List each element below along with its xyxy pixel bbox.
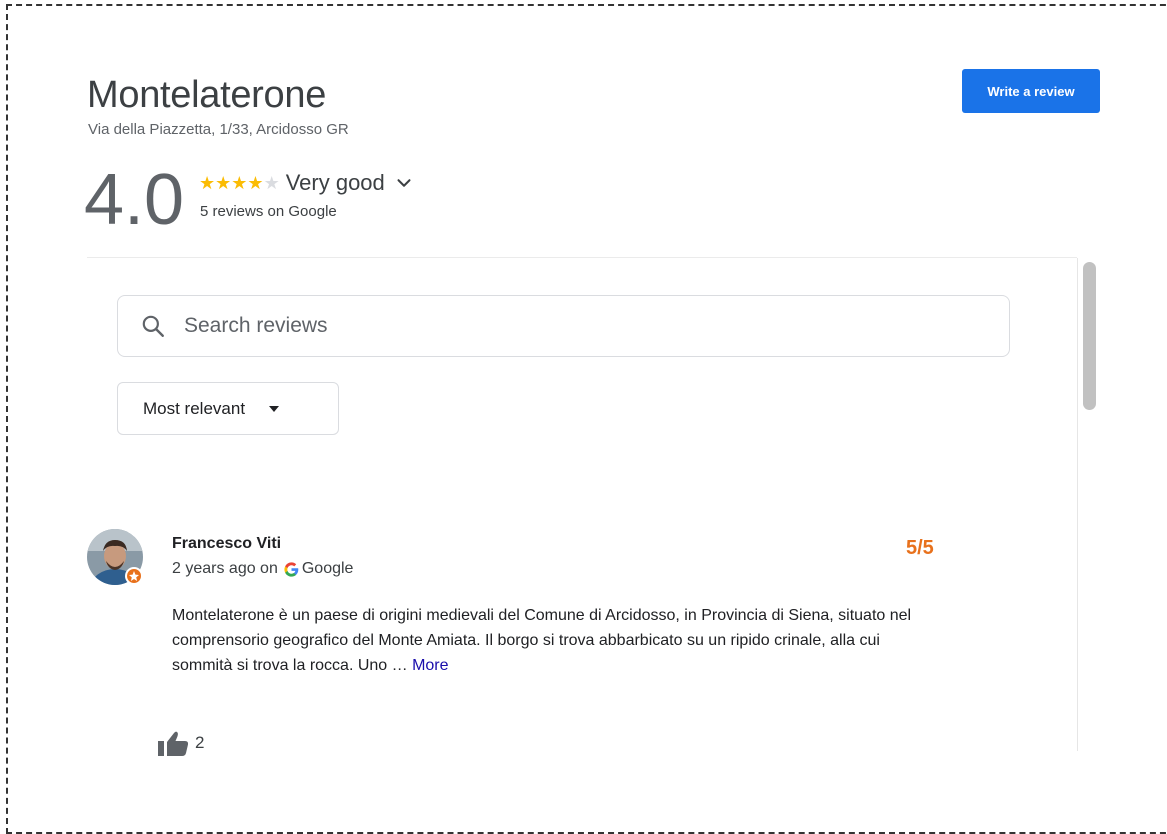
review-text: Montelaterone è un paese di origini medi…	[172, 603, 932, 678]
thumbs-up-icon[interactable]	[157, 729, 190, 757]
star-filled-icon: ★	[215, 173, 232, 193]
place-title: Montelaterone	[87, 74, 327, 116]
star-filled-icon: ★	[231, 173, 248, 193]
like-action[interactable]: 2	[157, 728, 204, 758]
search-icon	[142, 315, 164, 337]
star-filled-icon: ★	[247, 173, 264, 193]
average-rating: 4.0	[84, 160, 185, 240]
reviews-count: 5 reviews on Google	[200, 203, 337, 220]
chevron-down-icon[interactable]	[393, 172, 415, 194]
write-review-button[interactable]: Write a review	[962, 69, 1100, 113]
scrollbar-thumb[interactable]	[1083, 262, 1096, 410]
review-source: Google	[301, 560, 354, 577]
caret-down-icon	[269, 405, 280, 412]
scrollbar-track	[1077, 258, 1078, 751]
search-input[interactable]	[184, 306, 944, 346]
rating-summary[interactable]: ★ ★ ★ ★ ★ Very good	[199, 169, 415, 197]
star-empty-icon: ★	[263, 173, 280, 193]
sort-selected-label: Most relevant	[143, 398, 246, 418]
like-count: 2	[195, 733, 205, 752]
reviewer-name[interactable]: Francesco Viti	[172, 535, 281, 553]
star-filled-icon: ★	[199, 173, 216, 193]
review-time: 2 years ago on	[172, 560, 278, 577]
place-address: Via della Piazzetta, 1/33, Arcidosso GR	[88, 121, 349, 138]
review-meta: 2 years ago on Google	[172, 558, 353, 580]
review-score: 5/5	[906, 537, 934, 559]
sort-dropdown[interactable]: Most relevant	[117, 382, 339, 435]
google-g-icon	[284, 561, 299, 577]
search-box[interactable]	[117, 295, 1010, 357]
rating-label: Very good	[285, 170, 385, 195]
more-link[interactable]: More	[412, 657, 448, 674]
header-divider	[87, 257, 1077, 258]
reviewer-avatar[interactable]	[87, 529, 147, 589]
review-body: Montelaterone è un paese di origini medi…	[172, 607, 912, 674]
local-guide-badge-icon	[125, 567, 143, 585]
